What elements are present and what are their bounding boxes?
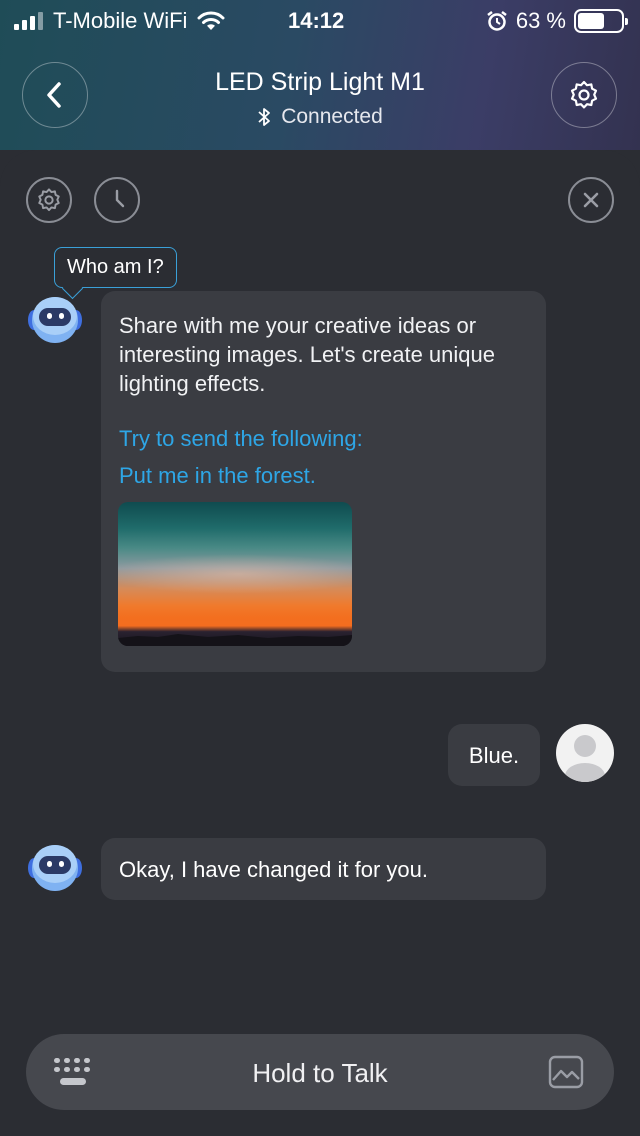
bot-reply: Okay, I have changed it for you. (101, 838, 546, 900)
close-icon (583, 192, 599, 208)
bot-message: Share with me your creative ideas or int… (101, 291, 546, 672)
user-message-text: Blue. (468, 742, 520, 768)
bluetooth-icon (258, 108, 271, 126)
device-settings-button[interactable] (551, 62, 617, 128)
suggestion-hint: Try to send the following: (119, 426, 363, 451)
status-time: 14:12 (288, 8, 345, 33)
close-chat-button[interactable] (568, 177, 614, 223)
battery-percent: 63 % (515, 8, 566, 33)
history-button[interactable] (94, 177, 140, 223)
carrier-name: T-Mobile WiFi (53, 8, 188, 33)
tooltip-label: Who am I? (67, 256, 164, 278)
gear-icon (38, 188, 60, 212)
person-icon (565, 735, 605, 782)
bot-message-text: Share with me your creative ideas or int… (119, 313, 495, 396)
bot-avatar (28, 297, 82, 343)
voice-input-bar: Hold to Talk (26, 1034, 614, 1110)
bot-reply-text: Okay, I have changed it for you. (119, 856, 428, 882)
alarm-icon (487, 11, 507, 31)
image-icon[interactable] (548, 1055, 584, 1089)
bot-avatar (28, 845, 82, 891)
suggestion-sample[interactable]: Put me in the forest. (119, 461, 528, 490)
hold-to-talk-button[interactable]: Hold to Talk (26, 1058, 614, 1089)
connection-label: Connected (281, 105, 383, 128)
status-right: 63 % (486, 8, 628, 34)
gear-icon (570, 80, 598, 109)
wifi-icon (197, 11, 225, 30)
connection-status: Connected (0, 105, 640, 129)
chat-settings-button[interactable] (26, 177, 72, 223)
user-message: Blue. (448, 724, 540, 786)
who-am-i-tooltip[interactable]: Who am I? (54, 247, 177, 288)
clock-icon (115, 189, 125, 208)
carrier-group: T-Mobile WiFi (14, 8, 225, 34)
page-title: LED Strip Light M1 (215, 68, 425, 96)
user-avatar (556, 724, 614, 782)
battery-icon (574, 9, 628, 33)
status-bar: T-Mobile WiFi 14:12 63 % (0, 0, 640, 44)
signal-icon (14, 12, 43, 30)
battery-fill (578, 13, 605, 29)
sample-image[interactable] (118, 502, 352, 646)
